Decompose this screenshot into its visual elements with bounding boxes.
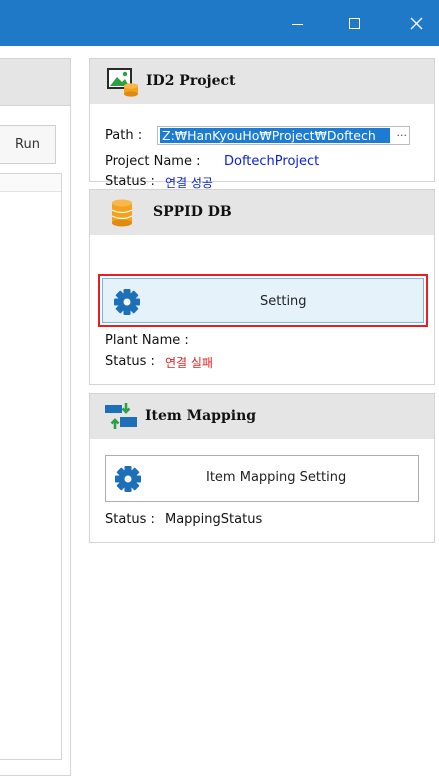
sppid-db-title: SPPID DB [153, 204, 232, 220]
item-mapping-header: Item Mapping [90, 394, 434, 439]
minimize-button[interactable] [274, 0, 320, 46]
mapping-arrows-icon [105, 403, 137, 429]
project-name-label: Project Name : [105, 154, 201, 169]
sppid-db-header: SPPID DB [90, 190, 434, 235]
left-grid[interactable] [0, 173, 62, 760]
left-panel-header [0, 59, 70, 106]
sppid-setting-button[interactable]: Setting [98, 274, 428, 327]
left-grid-header [0, 174, 61, 192]
sppid-setting-label: Setting [260, 294, 307, 309]
run-button[interactable]: Run [0, 125, 56, 164]
id2-project-group: ID2 Project Path : Z:₩HanKyouHo₩Project₩… [89, 58, 435, 190]
path-input[interactable]: Z:₩HanKyouHo₩Project₩Doftech ··· [157, 126, 410, 145]
gear-icon [114, 289, 140, 315]
plant-name-label: Plant Name : [105, 333, 189, 348]
mapping-status-label: Status : [105, 512, 155, 527]
id2-project-header: ID2 Project [90, 59, 434, 104]
path-label: Path : [105, 128, 143, 143]
sppid-status-value: 연결 실패 [165, 356, 213, 370]
minimize-icon [291, 23, 303, 25]
maximize-button[interactable] [331, 0, 377, 46]
sppid-db-group: SPPID DB Setting Plant Name : Status : 연… [89, 189, 435, 385]
item-mapping-group: Item Mapping Item Mapping Setting Status… [89, 393, 435, 543]
close-icon [410, 17, 422, 29]
close-button[interactable] [393, 0, 439, 46]
project-name-value: DoftechProject [224, 154, 320, 169]
left-panel: Run [0, 58, 71, 776]
id2-status-label: Status : [105, 174, 155, 189]
run-button-label: Run [15, 137, 40, 152]
image-database-icon [107, 68, 138, 97]
item-mapping-title: Item Mapping [145, 408, 257, 424]
id2-project-title: ID2 Project [146, 73, 236, 89]
path-value: Z:₩HanKyouHo₩Project₩Doftech [160, 128, 390, 143]
browse-button[interactable]: ··· [397, 127, 408, 144]
mapping-status-value: MappingStatus [165, 512, 263, 527]
database-icon [111, 199, 133, 227]
item-mapping-setting-label: Item Mapping Setting [206, 470, 347, 485]
sppid-status-label: Status : [105, 354, 155, 369]
item-mapping-setting-button[interactable]: Item Mapping Setting [105, 455, 419, 502]
gear-icon [115, 466, 141, 492]
window-title-bar [0, 0, 439, 46]
maximize-icon [348, 17, 360, 29]
